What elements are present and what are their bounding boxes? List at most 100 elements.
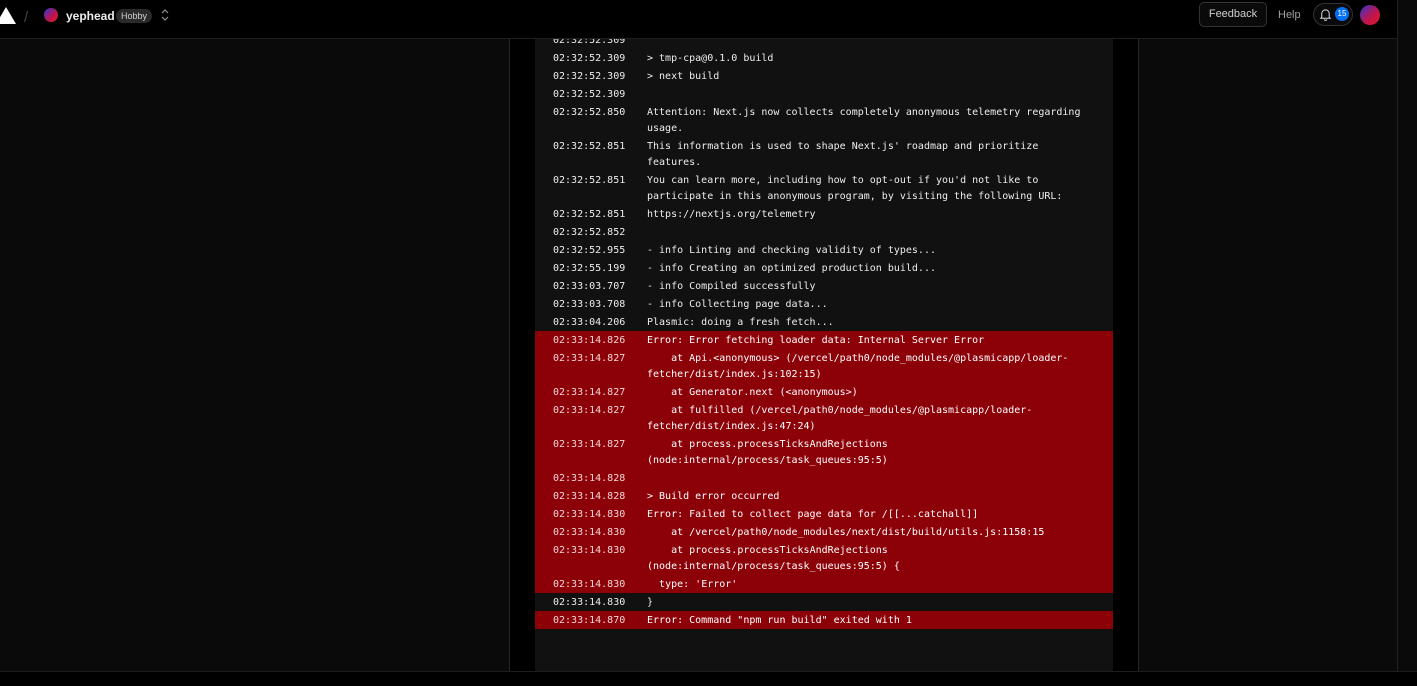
log-row: 02:32:52.851 https://nextjs.org/telemetry (535, 205, 1113, 223)
log-row-error: 02:33:14.828 (535, 469, 1113, 487)
log-timestamp: 02:33:14.827 (553, 405, 626, 416)
log-timestamp: 02:33:14.828 (553, 491, 626, 502)
build-log-list: 02:32:52.309 02:32:52.309 > tmp-cpa@0.1.0 … (535, 39, 1113, 659)
vercel-logo-icon[interactable] (0, 7, 16, 24)
log-message: type: 'Error' (647, 579, 738, 590)
log-row-error: 02:33:14.827 at Generator.next (<anonymo… (535, 383, 1113, 401)
log-timestamp: 02:32:55.199 (553, 263, 626, 274)
log-timestamp: 02:33:14.830 (553, 509, 626, 520)
log-timestamp: 02:32:52.851 (553, 175, 626, 186)
log-message: Error: Command "npm run build" exited wi… (647, 615, 912, 626)
log-row-error: 02:33:14.870 Error: Command "npm run buil… (535, 611, 1113, 629)
log-row: 02:32:52.852 (535, 223, 1113, 241)
log-timestamp: 02:33:14.830 (553, 579, 626, 590)
log-message: - info Collecting page data... (647, 299, 828, 310)
log-row: 02:33:04.206 Plasmic: doing a fresh fetch… (535, 313, 1113, 331)
log-timestamp: 02:32:52.850 (553, 107, 626, 118)
log-row: 02:32:52.309 (535, 85, 1113, 103)
log-timestamp: 02:33:14.828 (553, 473, 626, 484)
log-message (647, 39, 1095, 49)
user-avatar[interactable] (1360, 5, 1380, 25)
log-row: 02:33:03.707 - info Compiled successfully (535, 277, 1113, 295)
log-row-error: 02:33:14.830 Error: Failed to collect pag… (535, 505, 1113, 523)
log-message (647, 225, 1095, 241)
log-message: This information is used to shape Next.j… (647, 141, 1045, 168)
log-timestamp: 02:32:52.309 (553, 71, 626, 82)
log-message: Error: Error fetching loader data: Inter… (647, 335, 985, 346)
log-timestamp: 02:32:52.955 (553, 245, 626, 256)
log-message: - info Compiled successfully (647, 281, 816, 292)
log-row-error: 02:33:14.827 at process.processTicksAndR… (535, 435, 1113, 469)
log-timestamp: 02:33:03.708 (553, 299, 626, 310)
team-avatar[interactable] (44, 8, 58, 22)
log-row: 02:33:03.708 - info Collecting page data.… (535, 295, 1113, 313)
log-row: 02:32:52.851 You can learn more, includin… (535, 171, 1113, 205)
feedback-button[interactable]: Feedback (1199, 2, 1267, 27)
log-row: 02:32:52.955 - info Linting and checking … (535, 241, 1113, 259)
log-message: at process.processTicksAndRejections (no… (647, 545, 900, 572)
log-row: 02:33:14.830} (535, 593, 1113, 611)
bottom-edge (0, 671, 1417, 686)
log-row: 02:32:52.851 This information is used to … (535, 137, 1113, 171)
log-message: You can learn more, including how to opt… (647, 175, 1063, 202)
log-row: 02:32:52.309 (535, 39, 1113, 49)
log-row-error: 02:33:14.830 type: 'Error' (535, 575, 1113, 593)
log-message: Plasmic: doing a fresh fetch... (647, 317, 834, 328)
log-timestamp: 02:33:14.830 (553, 597, 626, 608)
log-message: Error: Failed to collect page data for /… (647, 509, 979, 520)
top-navigation-bar: / yephead Hobby Feedback Help 15 (0, 0, 1397, 39)
log-timestamp: 02:33:14.870 (553, 615, 626, 626)
log-timestamp: 02:33:04.206 (553, 317, 626, 328)
log-row: 02:32:52.309 > next build (535, 67, 1113, 85)
log-message: - info Linting and checking validity of … (647, 245, 936, 256)
log-row-error: 02:33:14.826 Error: Error fetching loader… (535, 331, 1113, 349)
log-footer (535, 629, 1113, 659)
log-timestamp: 02:33:14.826 (553, 335, 626, 346)
log-row: 02:32:55.199 - info Creating an optimized… (535, 259, 1113, 277)
bell-icon (1319, 9, 1332, 21)
log-message: at Generator.next (<anonymous>) (647, 387, 858, 398)
right-gutter (1139, 39, 1397, 671)
log-timestamp: 02:32:52.851 (553, 209, 626, 220)
log-timestamp: 02:33:14.827 (553, 387, 626, 398)
log-timestamp: 02:32:52.309 (553, 89, 626, 100)
log-message: > Build error occurred (647, 491, 780, 502)
log-row-error: 02:33:14.830 at /vercel/path0/node_modul… (535, 523, 1113, 541)
log-row-error: 02:33:14.830 at process.processTicksAndR… (535, 541, 1113, 575)
log-row: 02:32:52.850 Attention: Next.js now colle… (535, 103, 1113, 137)
log-timestamp: 02:33:14.830 (553, 545, 626, 556)
log-timestamp: 02:32:52.309 (553, 39, 626, 46)
log-timestamp: 02:32:52.852 (553, 227, 626, 238)
log-row-error: 02:33:14.827 at fulfilled (/vercel/path0… (535, 401, 1113, 435)
log-row-error: 02:33:14.827 at Api.<anonymous> (/vercel… (535, 349, 1113, 383)
log-message: } (647, 597, 654, 608)
log-timestamp: 02:33:14.827 (553, 353, 626, 364)
log-timestamp: 02:33:03.707 (553, 281, 626, 292)
log-timestamp: 02:33:14.830 (553, 527, 626, 538)
notifications-button[interactable]: 15 (1313, 3, 1353, 26)
log-row: 02:32:52.309 > tmp-cpa@0.1.0 build (535, 49, 1113, 67)
log-message: > tmp-cpa@0.1.0 build (647, 53, 774, 64)
left-gutter (0, 39, 509, 671)
log-message: at process.processTicksAndRejections (no… (647, 439, 894, 466)
plan-badge: Hobby (116, 9, 153, 23)
log-message (647, 87, 1095, 103)
log-timestamp: 02:32:52.309 (553, 53, 626, 64)
notification-count-badge: 15 (1335, 7, 1349, 21)
log-message (647, 471, 1095, 487)
chevron-up-down-icon[interactable] (159, 7, 171, 23)
build-log-panel[interactable]: 02:32:52.309 02:32:52.309 > tmp-cpa@0.1.0 … (535, 39, 1113, 671)
log-timestamp: 02:32:52.851 (553, 141, 626, 152)
log-timestamp: 02:33:14.827 (553, 439, 626, 450)
team-name[interactable]: yephead (66, 9, 115, 23)
help-link[interactable]: Help (1278, 9, 1301, 21)
log-message: Attention: Next.js now collects complete… (647, 107, 1087, 134)
log-row-error: 02:33:14.828 > Build error occurred (535, 487, 1113, 505)
log-message: - info Creating an optimized production … (647, 263, 936, 274)
log-message: at /vercel/path0/node_modules/next/dist/… (647, 527, 1045, 538)
log-message: at fulfilled (/vercel/path0/node_modules… (647, 405, 1033, 432)
window-edge (1397, 0, 1417, 671)
log-message: https://nextjs.org/telemetry (647, 209, 816, 220)
log-message: at Api.<anonymous> (/vercel/path0/node_m… (647, 353, 1069, 380)
breadcrumb-separator: / (24, 9, 29, 26)
